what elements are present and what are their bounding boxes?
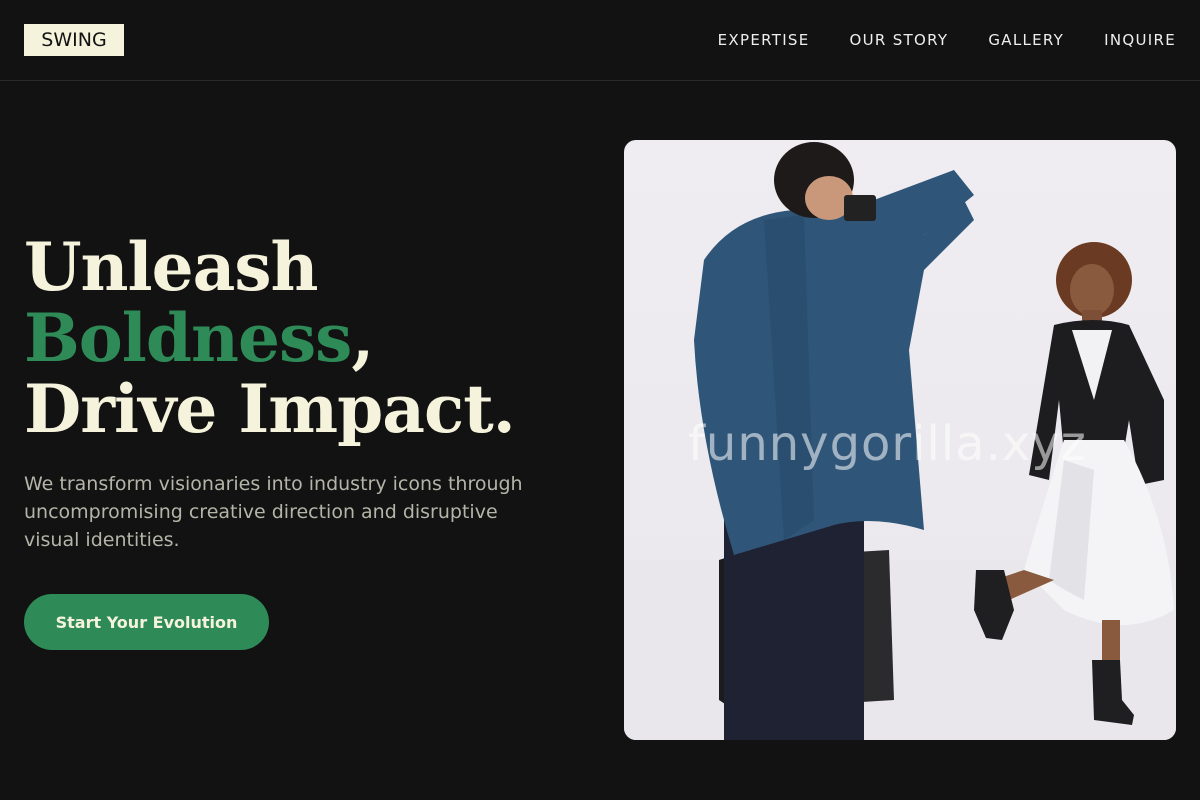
hero-photo: funnygorilla.xyz	[624, 140, 1176, 740]
main-nav: EXPERTISE OUR STORY GALLERY INQUIRE	[718, 30, 1176, 50]
brand-logo[interactable]: SWING	[24, 24, 124, 56]
headline-line-1: Unleash	[24, 228, 319, 306]
top-navbar: SWING EXPERTISE OUR STORY GALLERY INQUIR…	[0, 0, 1200, 81]
hero-headline: Unleash Boldness, Drive Impact.	[24, 232, 516, 448]
nav-link-gallery[interactable]: GALLERY	[988, 30, 1064, 50]
nav-link-inquire[interactable]: INQUIRE	[1104, 30, 1176, 50]
headline-comma: ,	[351, 299, 374, 377]
image-watermark: funnygorilla.xyz	[688, 416, 1087, 472]
nav-link-our-story[interactable]: OUR STORY	[850, 30, 949, 50]
headline-line-3: Drive Impact.	[24, 370, 516, 448]
hero-description: We transform visionaries into industry i…	[24, 473, 523, 551]
headline-accent-word: Boldness	[24, 299, 352, 377]
nav-link-expertise[interactable]: EXPERTISE	[718, 30, 810, 50]
start-evolution-button[interactable]: Start Your Evolution	[24, 594, 269, 650]
